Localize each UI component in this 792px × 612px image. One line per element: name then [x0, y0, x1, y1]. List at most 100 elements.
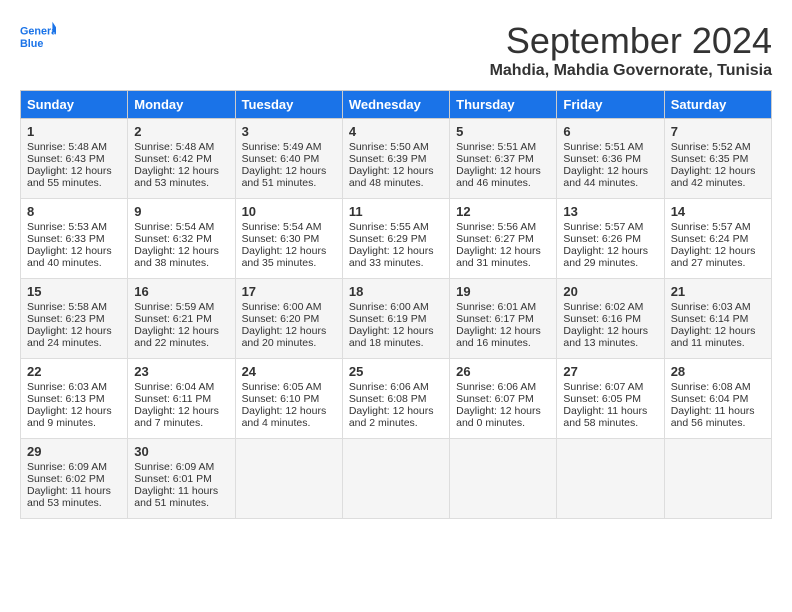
day-info: Sunset: 6:16 PM	[563, 313, 657, 325]
day-info: Sunrise: 6:03 AM	[671, 301, 765, 313]
calendar-cell: 2Sunrise: 5:48 AMSunset: 6:42 PMDaylight…	[128, 119, 235, 199]
calendar-cell: 28Sunrise: 6:08 AMSunset: 6:04 PMDayligh…	[664, 359, 771, 439]
day-number: 22	[27, 364, 121, 379]
weekday-header: Monday	[128, 91, 235, 119]
day-info: Sunset: 6:42 PM	[134, 153, 228, 165]
day-info: and 20 minutes.	[242, 337, 336, 349]
day-info: and 7 minutes.	[134, 417, 228, 429]
calendar-cell	[557, 439, 664, 519]
day-info: Sunrise: 5:55 AM	[349, 221, 443, 233]
day-number: 28	[671, 364, 765, 379]
day-number: 15	[27, 284, 121, 299]
day-info: and 48 minutes.	[349, 177, 443, 189]
day-info: Sunset: 6:11 PM	[134, 393, 228, 405]
day-info: Daylight: 12 hours	[134, 165, 228, 177]
day-info: Daylight: 12 hours	[134, 405, 228, 417]
day-info: Sunset: 6:43 PM	[27, 153, 121, 165]
day-info: Sunrise: 6:09 AM	[134, 461, 228, 473]
day-info: and 38 minutes.	[134, 257, 228, 269]
day-number: 30	[134, 444, 228, 459]
calendar-cell: 25Sunrise: 6:06 AMSunset: 6:08 PMDayligh…	[342, 359, 449, 439]
calendar-cell: 20Sunrise: 6:02 AMSunset: 6:16 PMDayligh…	[557, 279, 664, 359]
day-info: Daylight: 12 hours	[242, 245, 336, 257]
day-info: and 24 minutes.	[27, 337, 121, 349]
day-info: Daylight: 12 hours	[563, 325, 657, 337]
calendar-cell: 6Sunrise: 5:51 AMSunset: 6:36 PMDaylight…	[557, 119, 664, 199]
calendar-cell: 9Sunrise: 5:54 AMSunset: 6:32 PMDaylight…	[128, 199, 235, 279]
day-number: 8	[27, 204, 121, 219]
day-info: Sunset: 6:32 PM	[134, 233, 228, 245]
day-info: and 31 minutes.	[456, 257, 550, 269]
calendar-cell: 16Sunrise: 5:59 AMSunset: 6:21 PMDayligh…	[128, 279, 235, 359]
day-number: 3	[242, 124, 336, 139]
day-info: Sunset: 6:30 PM	[242, 233, 336, 245]
calendar-cell	[342, 439, 449, 519]
logo: General Blue	[20, 20, 56, 56]
day-info: Daylight: 12 hours	[456, 325, 550, 337]
day-info: Daylight: 12 hours	[456, 165, 550, 177]
day-info: Daylight: 12 hours	[456, 405, 550, 417]
day-number: 21	[671, 284, 765, 299]
day-info: Sunset: 6:33 PM	[27, 233, 121, 245]
day-info: Sunrise: 5:49 AM	[242, 141, 336, 153]
day-info: Sunrise: 6:05 AM	[242, 381, 336, 393]
weekday-header: Tuesday	[235, 91, 342, 119]
page-header: General Blue September 2024 Mahdia, Mahd…	[20, 20, 772, 80]
day-number: 19	[456, 284, 550, 299]
day-info: Daylight: 12 hours	[27, 245, 121, 257]
day-info: Sunset: 6:01 PM	[134, 473, 228, 485]
calendar-cell: 11Sunrise: 5:55 AMSunset: 6:29 PMDayligh…	[342, 199, 449, 279]
day-info: Sunrise: 6:08 AM	[671, 381, 765, 393]
day-info: Sunrise: 5:53 AM	[27, 221, 121, 233]
day-info: Sunrise: 5:48 AM	[27, 141, 121, 153]
day-info: Sunrise: 5:48 AM	[134, 141, 228, 153]
day-info: Sunset: 6:04 PM	[671, 393, 765, 405]
day-info: Sunset: 6:08 PM	[349, 393, 443, 405]
calendar-cell: 4Sunrise: 5:50 AMSunset: 6:39 PMDaylight…	[342, 119, 449, 199]
day-info: Sunrise: 5:57 AM	[671, 221, 765, 233]
weekday-header: Sunday	[21, 91, 128, 119]
day-info: and 9 minutes.	[27, 417, 121, 429]
day-info: and 44 minutes.	[563, 177, 657, 189]
day-info: Daylight: 12 hours	[671, 245, 765, 257]
day-info: Sunset: 6:02 PM	[27, 473, 121, 485]
day-info: Sunrise: 5:57 AM	[563, 221, 657, 233]
day-number: 25	[349, 364, 443, 379]
calendar-cell: 10Sunrise: 5:54 AMSunset: 6:30 PMDayligh…	[235, 199, 342, 279]
day-info: and 56 minutes.	[671, 417, 765, 429]
day-info: Daylight: 12 hours	[671, 165, 765, 177]
svg-text:General: General	[20, 25, 56, 37]
day-info: Daylight: 12 hours	[134, 245, 228, 257]
day-info: Sunrise: 6:01 AM	[456, 301, 550, 313]
day-number: 5	[456, 124, 550, 139]
day-info: Sunset: 6:29 PM	[349, 233, 443, 245]
day-number: 24	[242, 364, 336, 379]
calendar-cell: 7Sunrise: 5:52 AMSunset: 6:35 PMDaylight…	[664, 119, 771, 199]
calendar-cell: 30 Sunrise: 6:09 AMSunset: 6:01 PMDayligh…	[128, 439, 235, 519]
day-info: and 42 minutes.	[671, 177, 765, 189]
day-info: Daylight: 12 hours	[242, 165, 336, 177]
day-info: and 46 minutes.	[456, 177, 550, 189]
day-info: and 2 minutes.	[349, 417, 443, 429]
day-info: Daylight: 12 hours	[349, 325, 443, 337]
day-info: Daylight: 11 hours	[134, 485, 228, 497]
calendar-cell	[235, 439, 342, 519]
calendar-cell: 1Sunrise: 5:48 AMSunset: 6:43 PMDaylight…	[21, 119, 128, 199]
day-info: and 33 minutes.	[349, 257, 443, 269]
day-info: Sunset: 6:14 PM	[671, 313, 765, 325]
calendar-cell: 12Sunrise: 5:56 AMSunset: 6:27 PMDayligh…	[450, 199, 557, 279]
day-info: Daylight: 12 hours	[134, 325, 228, 337]
day-number: 9	[134, 204, 228, 219]
day-number: 4	[349, 124, 443, 139]
day-info: and 18 minutes.	[349, 337, 443, 349]
calendar-cell	[664, 439, 771, 519]
day-info: Daylight: 12 hours	[27, 325, 121, 337]
day-info: and 29 minutes.	[563, 257, 657, 269]
day-number: 1	[27, 124, 121, 139]
day-info: and 40 minutes.	[27, 257, 121, 269]
weekday-header: Friday	[557, 91, 664, 119]
day-info: Sunset: 6:21 PM	[134, 313, 228, 325]
day-info: Sunset: 6:13 PM	[27, 393, 121, 405]
day-info: Sunrise: 5:56 AM	[456, 221, 550, 233]
day-info: Sunset: 6:35 PM	[671, 153, 765, 165]
